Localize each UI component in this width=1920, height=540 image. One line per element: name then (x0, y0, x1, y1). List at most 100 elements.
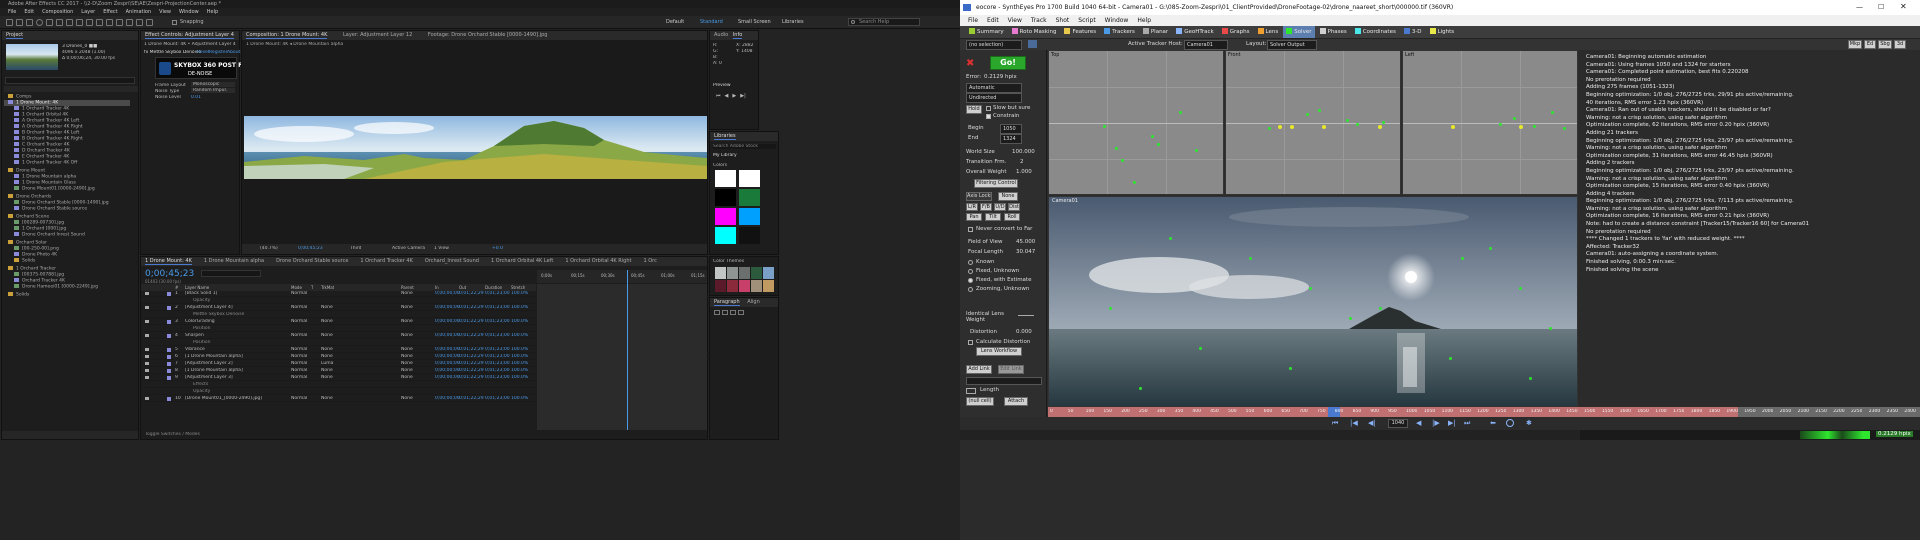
next-frame-icon[interactable]: ▶| (740, 93, 746, 99)
label-color-icon[interactable] (167, 369, 171, 373)
lock-tilt-button[interactable]: Tilt (985, 213, 1001, 221)
justify-icon[interactable] (738, 310, 744, 315)
color-swatch[interactable] (739, 227, 760, 244)
add-link-button[interactable]: Add Link (966, 365, 992, 374)
never-convert-far-checkbox[interactable] (968, 227, 973, 232)
tab-align[interactable]: Align (747, 299, 760, 305)
se-menu-window[interactable]: Window (1105, 15, 1129, 26)
room-tab-roto-masking[interactable]: Roto Masking (1009, 26, 1060, 38)
left-viewport[interactable]: Left (1402, 50, 1578, 195)
theme-swatch[interactable] (763, 267, 774, 279)
layout-dropdown[interactable]: Solver Output (1267, 40, 1317, 50)
color-swatch[interactable] (715, 170, 736, 187)
color-swatch[interactable] (739, 208, 760, 225)
rotate-tool-icon[interactable] (46, 19, 53, 26)
layer-trkmat[interactable]: None (321, 319, 333, 325)
tab-audio[interactable]: Audio (714, 32, 728, 38)
timeline-timecode[interactable]: 0;00;45;23 (145, 269, 194, 279)
ae-menu-edit[interactable]: Edit (24, 8, 34, 16)
ae-menu-layer[interactable]: Layer (81, 8, 95, 16)
se-menu-shot[interactable]: Shot (1056, 15, 1070, 26)
layer-mode[interactable]: Normal (291, 375, 307, 381)
room-tab-trackers[interactable]: Trackers (1101, 26, 1138, 38)
list-item[interactable]: Solids (8, 292, 29, 298)
clear-solve-icon[interactable]: ✖ (966, 58, 974, 69)
layer-trkmat[interactable]: None (321, 368, 333, 374)
null-cell-button[interactable]: (null cell) (966, 397, 994, 406)
hand-tool-icon[interactable] (26, 19, 33, 26)
toggle-switches-modes[interactable]: Toggle Switches / Modes (145, 432, 200, 437)
color-swatch[interactable] (739, 170, 760, 187)
pen-tool-icon[interactable] (86, 19, 93, 26)
loop-icon[interactable] (1506, 419, 1514, 427)
theme-swatch[interactable] (715, 280, 726, 292)
maximize-icon[interactable]: ☐ (1878, 3, 1884, 11)
visibility-icon[interactable] (145, 362, 149, 365)
play-icon[interactable]: ▶ (732, 93, 736, 99)
layer-parent[interactable]: None (401, 319, 413, 325)
align-left-icon[interactable] (714, 310, 720, 315)
label-color-icon[interactable] (167, 292, 171, 296)
label-color-icon[interactable] (167, 376, 171, 380)
timeline-tab[interactable]: 1 Drone Mountain alpha (204, 258, 264, 264)
se-menu-file[interactable]: File (968, 15, 978, 26)
rewind-icon[interactable]: ⏮ (1332, 419, 1338, 428)
tab-layer[interactable]: Layer: Adjustment Layer 12 (343, 32, 412, 38)
edit-link-button[interactable]: Edit Link (998, 365, 1024, 374)
time-bar[interactable]: 0 50 100 150 200 250 300 350 400 450 500 550 600 650 7… (1048, 407, 1920, 417)
length-checkbox[interactable] (966, 388, 976, 394)
color-swatch[interactable] (715, 189, 736, 206)
room-tab-planar[interactable]: Planar (1140, 26, 1171, 38)
selection-tool-icon[interactable] (16, 19, 23, 26)
rectangle-tool-icon[interactable] (76, 19, 83, 26)
layer-mode[interactable]: Normal (291, 396, 307, 402)
save-icon[interactable] (1028, 40, 1037, 48)
comp-timecode[interactable]: 0;00;45;23 (298, 246, 323, 251)
layer-mode[interactable]: Normal (291, 354, 307, 360)
next-key-icon[interactable]: ▶| (1448, 419, 1456, 427)
layer-trkmat[interactable]: None (321, 333, 333, 339)
se-menu-edit[interactable]: Edit (987, 15, 999, 26)
identical-lens-weight-field[interactable] (1018, 315, 1034, 316)
3d-button[interactable]: 3d (1894, 40, 1906, 49)
effect-controls-tab[interactable]: Effect Controls: Adjustment Layer 4 (141, 31, 239, 40)
visibility-icon[interactable] (145, 334, 149, 337)
filtering-control-button[interactable]: Filtering Control (974, 179, 1018, 188)
layer-mode[interactable]: Normal (291, 347, 307, 353)
workspace-small-screen[interactable]: Small Screen (738, 19, 771, 25)
label-color-icon[interactable] (167, 362, 171, 366)
roto-brush-icon[interactable] (136, 19, 143, 26)
direction-dropdown[interactable]: Undirected (966, 93, 1022, 103)
workspace-standard[interactable]: Standard (700, 19, 723, 25)
exposure-value[interactable]: +0.0 (492, 246, 503, 251)
layer-parent[interactable]: None (401, 347, 413, 353)
layer-parent[interactable]: None (401, 354, 413, 360)
library-dropdown[interactable]: My Library (713, 153, 737, 158)
camera-dropdown[interactable]: Active Camera (392, 246, 425, 251)
color-swatch[interactable] (715, 208, 736, 225)
list-item[interactable]: Drone Orchard Stable source (14, 206, 87, 212)
type-tool-icon[interactable] (96, 19, 103, 26)
layer-trkmat[interactable]: None (321, 396, 333, 402)
label-color-icon[interactable] (167, 348, 171, 352)
theme-swatch[interactable] (715, 267, 726, 279)
theme-swatch[interactable] (739, 280, 750, 292)
begin-field[interactable]: 1050 (1000, 124, 1022, 134)
search-help-field[interactable]: Search Help (848, 18, 920, 26)
layer-parent[interactable]: None (401, 291, 413, 297)
list-item[interactable]: Drone Hameei01 [0000-2249].jpg (14, 284, 98, 290)
room-tab-lights[interactable]: Lights (1427, 26, 1458, 38)
workspace-default[interactable]: Default (666, 19, 684, 25)
layer-parent[interactable]: None (401, 361, 413, 367)
lock-ud-button[interactable]: U/D (994, 203, 1006, 211)
snapping-checkbox[interactable] (172, 20, 177, 25)
camera-viewport[interactable]: Camera01 (1048, 196, 1578, 407)
list-item[interactable]: Drone Orchard Inrest Sound (14, 232, 85, 238)
stamp-tool-icon[interactable] (116, 19, 123, 26)
label-color-icon[interactable] (167, 397, 171, 401)
list-item[interactable]: Drone Mount01 [0000-2490].jpg (14, 186, 95, 192)
selection-dropdown[interactable]: (no selection) (966, 40, 1022, 50)
ed-button[interactable]: Ed (1864, 40, 1876, 49)
ae-menu-view[interactable]: View (159, 8, 171, 16)
layer-trkmat[interactable]: None (321, 375, 333, 381)
